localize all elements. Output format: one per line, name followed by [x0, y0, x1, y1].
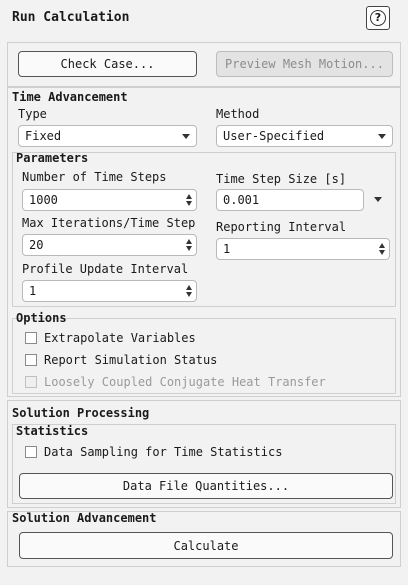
calculate-button[interactable]: Calculate [19, 532, 393, 559]
check-case-button[interactable]: Check Case... [18, 51, 197, 77]
loosely-coupled-cht-checkbox[interactable]: Loosely Coupled Conjugate Heat Transfer [25, 375, 326, 389]
spin-down-icon[interactable] [379, 250, 385, 255]
checkbox-box[interactable] [25, 354, 37, 366]
question-mark-icon: ? [370, 10, 386, 26]
num-time-steps-label: Number of Time Steps [22, 170, 167, 184]
preview-mesh-motion-button[interactable]: Preview Mesh Motion... [216, 51, 393, 77]
profile-update-input[interactable]: 1 [22, 280, 197, 302]
data-file-quantities-button[interactable]: Data File Quantities... [19, 473, 393, 499]
solution-advancement-heading: Solution Advancement [12, 511, 157, 525]
profile-update-value: 1 [29, 284, 37, 298]
checkbox-box[interactable] [25, 376, 37, 388]
spin-up-icon[interactable] [186, 285, 192, 290]
max-iterations-label: Max Iterations/Time Step [22, 216, 196, 230]
extrapolate-variables-label: Extrapolate Variables [44, 331, 196, 345]
reporting-interval-input[interactable]: 1 [216, 238, 390, 260]
spin-up-icon[interactable] [186, 194, 192, 199]
loosely-coupled-cht-label: Loosely Coupled Conjugate Heat Transfer [44, 375, 326, 389]
data-sampling-label: Data Sampling for Time Statistics [44, 445, 283, 459]
spin-down-icon[interactable] [186, 246, 192, 251]
type-value: Fixed [25, 129, 62, 143]
checkbox-box[interactable] [25, 332, 37, 344]
reporting-interval-value: 1 [223, 242, 231, 256]
chevron-down-icon [378, 134, 386, 139]
num-time-steps-value: 1000 [29, 193, 58, 207]
solution-processing-heading: Solution Processing [12, 406, 150, 420]
time-advancement-heading: Time Advancement [12, 90, 128, 104]
spin-up-icon[interactable] [379, 243, 385, 248]
extrapolate-variables-checkbox[interactable]: Extrapolate Variables [25, 331, 196, 345]
profile-update-label: Profile Update Interval [22, 262, 189, 276]
spin-down-icon[interactable] [186, 292, 192, 297]
help-button[interactable]: ? [366, 6, 390, 30]
reporting-interval-label: Reporting Interval [216, 220, 347, 234]
data-sampling-checkbox[interactable]: Data Sampling for Time Statistics [25, 445, 282, 459]
time-step-size-value: 0.001 [223, 193, 260, 207]
method-value: User-Specified [223, 129, 325, 143]
statistics-heading: Statistics [16, 424, 89, 438]
chevron-down-icon [182, 134, 190, 139]
num-time-steps-input[interactable]: 1000 [22, 189, 197, 211]
max-iterations-input[interactable]: 20 [22, 234, 197, 256]
method-dropdown[interactable]: User-Specified [216, 125, 393, 147]
report-simulation-status-label: Report Simulation Status [44, 353, 218, 367]
time-step-size-label: Time Step Size [s] [216, 172, 347, 186]
method-label: Method [216, 107, 260, 121]
parameters-heading: Parameters [16, 151, 89, 165]
spin-up-icon[interactable] [186, 239, 192, 244]
type-label: Type [18, 107, 47, 121]
report-simulation-status-checkbox[interactable]: Report Simulation Status [25, 353, 217, 367]
spin-down-icon[interactable] [186, 201, 192, 206]
checkbox-box[interactable] [25, 446, 37, 458]
type-dropdown[interactable]: Fixed [18, 125, 197, 147]
max-iterations-value: 20 [29, 238, 44, 252]
time-step-size-input[interactable]: 0.001 [216, 189, 364, 211]
chevron-down-icon[interactable] [374, 197, 382, 202]
options-heading: Options [16, 311, 67, 325]
panel-title: Run Calculation [12, 10, 130, 25]
